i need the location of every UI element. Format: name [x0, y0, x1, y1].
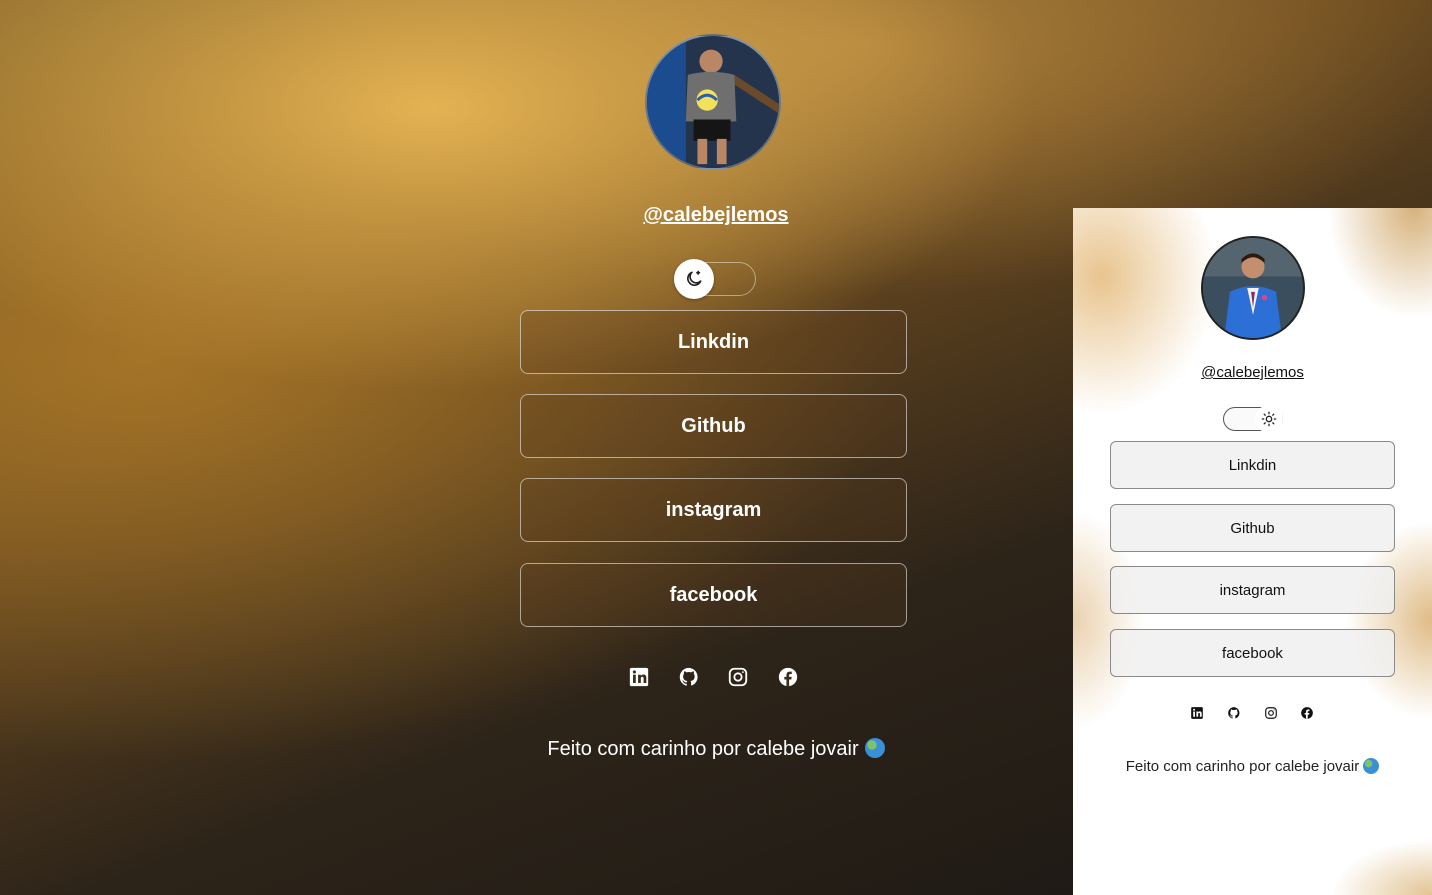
linkedin-icon-light[interactable] [1190, 706, 1204, 720]
profile-handle-link-light[interactable]: @calebejlemos [1201, 364, 1304, 381]
instagram-button-light[interactable]: instagram [1110, 566, 1395, 614]
profile-avatar-light [1201, 236, 1305, 340]
theme-toggle[interactable] [674, 259, 756, 299]
globe-icon-light [1363, 758, 1380, 774]
globe-icon [864, 738, 885, 758]
profile-handle-link[interactable]: @calebejlemos [643, 204, 788, 226]
linkedin-button[interactable]: Linkdin [520, 310, 907, 374]
theme-toggle-knob-light[interactable] [1255, 405, 1283, 433]
theme-toggle-knob[interactable] [674, 259, 714, 299]
footer-label-light: Feito com carinho por calebe jovair [1125, 758, 1360, 775]
github-icon-light[interactable] [1227, 706, 1241, 720]
instagram-icon-light[interactable] [1264, 706, 1278, 720]
light-theme-view: @calebejlemos Linkdin Github instagram f… [1073, 208, 1432, 895]
github-button[interactable]: Github [520, 394, 907, 458]
theme-toggle-light[interactable] [1223, 405, 1283, 433]
facebook-button-light[interactable]: facebook [1110, 629, 1395, 677]
linkedin-button-light[interactable]: Linkdin [1110, 441, 1395, 489]
profile-avatar [645, 34, 781, 170]
moon-icon [687, 270, 702, 286]
footer-label: Feito com carinho por calebe jovair [547, 738, 859, 760]
facebook-icon-light[interactable] [1300, 706, 1314, 720]
profile-handle-light: @calebejlemos [1073, 364, 1432, 382]
github-icon[interactable] [678, 666, 700, 688]
instagram-button[interactable]: instagram [520, 478, 907, 542]
linkedin-icon[interactable] [628, 666, 650, 688]
facebook-button[interactable]: facebook [520, 563, 907, 627]
facebook-icon[interactable] [777, 666, 799, 688]
instagram-icon[interactable] [727, 666, 749, 688]
footer-text-light: Feito com carinho por calebe jovair [1073, 758, 1432, 775]
sun-icon [1261, 411, 1277, 427]
github-button-light[interactable]: Github [1110, 504, 1395, 552]
